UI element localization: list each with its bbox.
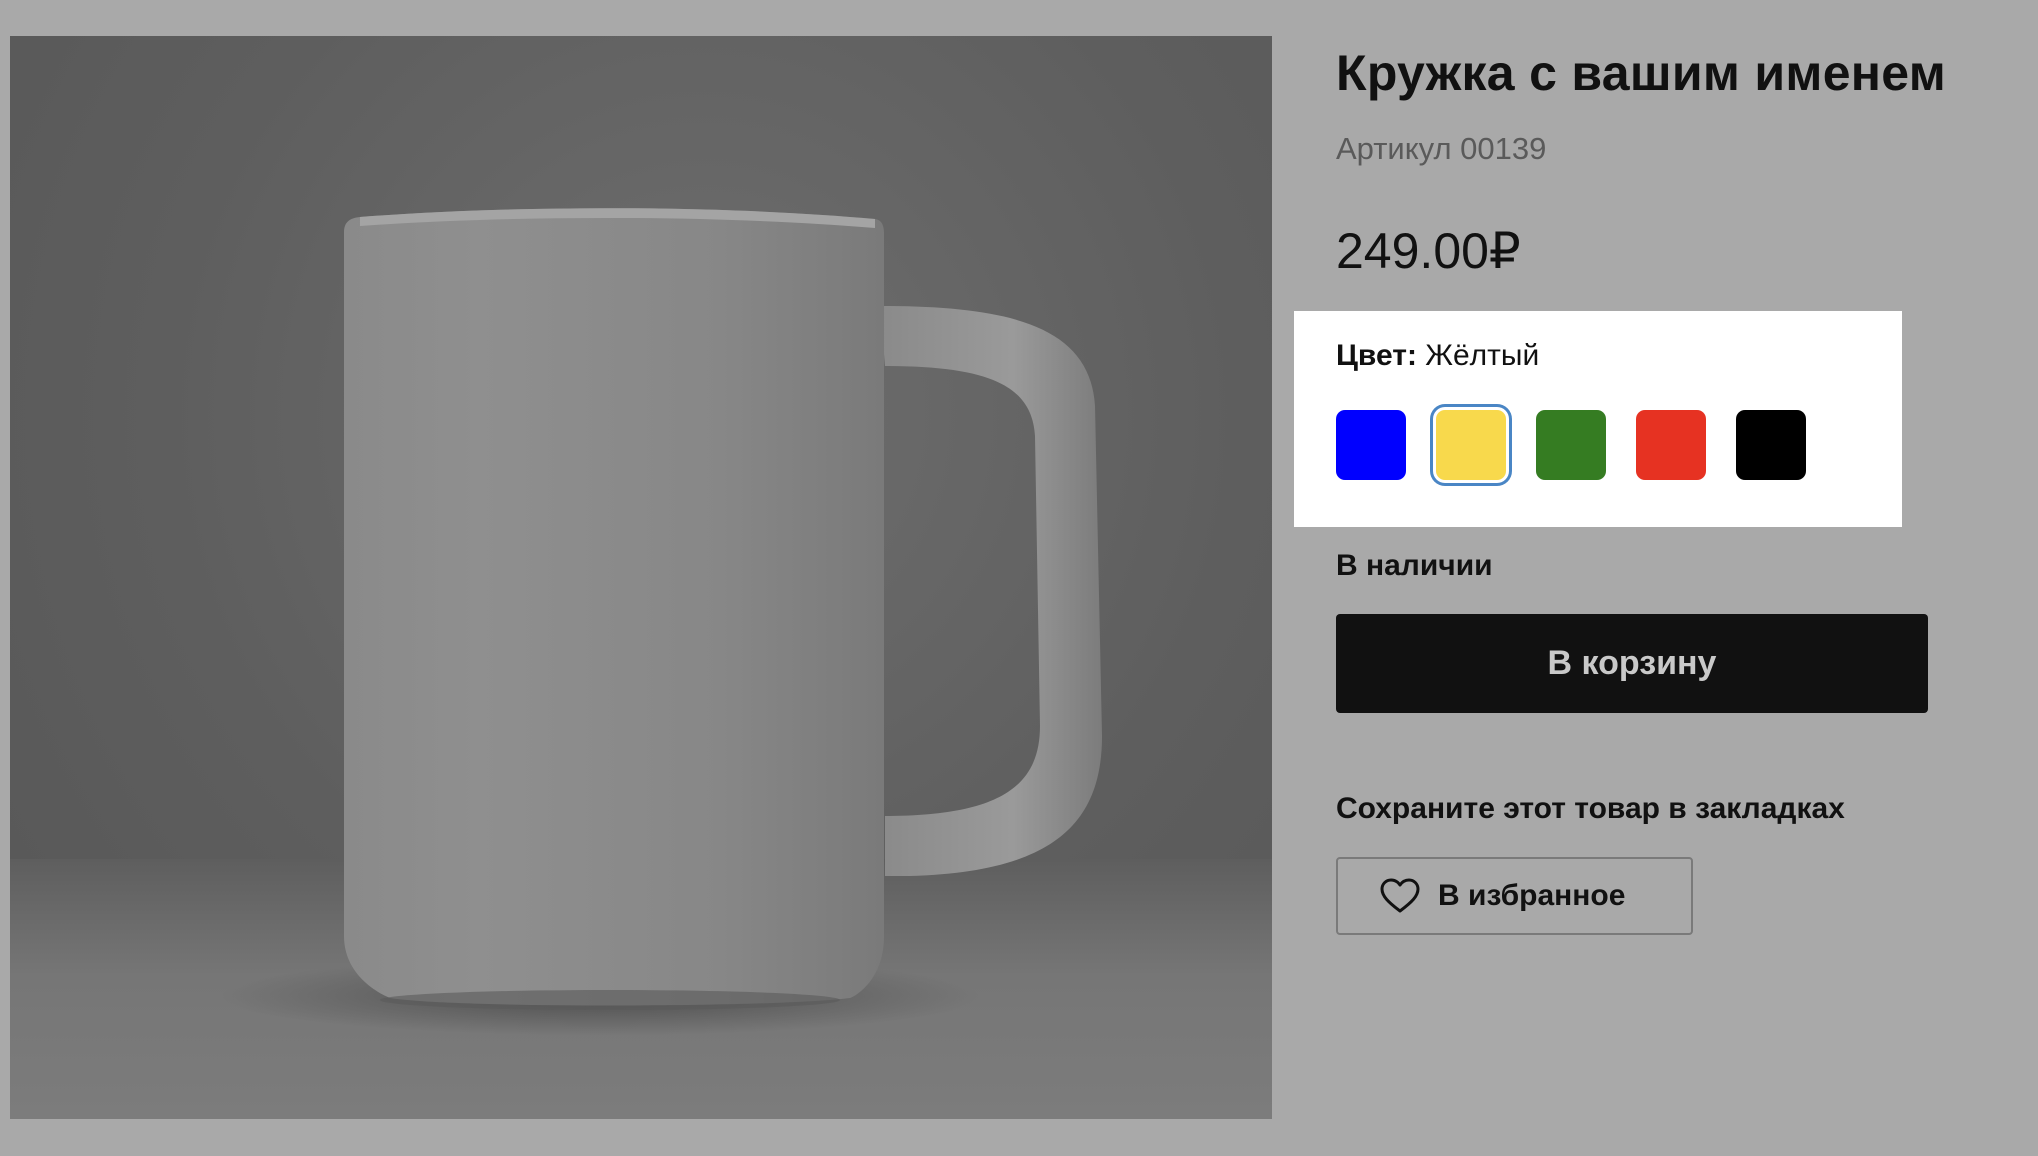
swatch-red[interactable] <box>1636 410 1706 480</box>
product-price: 249.00₽ <box>1336 223 1521 279</box>
swatch-yellow[interactable] <box>1436 410 1506 480</box>
product-image <box>10 36 1272 1119</box>
color-label-title: Цвет: <box>1336 339 1417 372</box>
color-label: Цвет: Жёлтый <box>1336 339 1539 373</box>
mug-illustration <box>220 208 1102 1036</box>
product-title: Кружка с вашим именем <box>1336 45 1947 101</box>
swatch-black[interactable] <box>1736 410 1806 480</box>
swatch-blue[interactable] <box>1336 410 1406 480</box>
color-selected-value: Жёлтый <box>1425 339 1540 372</box>
bookmark-hint: Сохраните этот товар в закладках <box>1336 792 1845 825</box>
swatch-green[interactable] <box>1536 410 1606 480</box>
favorites-label: В избранное <box>1438 879 1626 912</box>
add-to-favorites-button[interactable]: В избранное <box>1336 857 1693 935</box>
stock-status: В наличии <box>1336 549 1493 582</box>
product-sku: Артикул 00139 <box>1336 131 1547 166</box>
heart-icon <box>1380 878 1420 914</box>
color-selector: Цвет: Жёлтый <box>1294 311 1902 527</box>
add-to-cart-button[interactable]: В корзину <box>1336 614 1928 713</box>
